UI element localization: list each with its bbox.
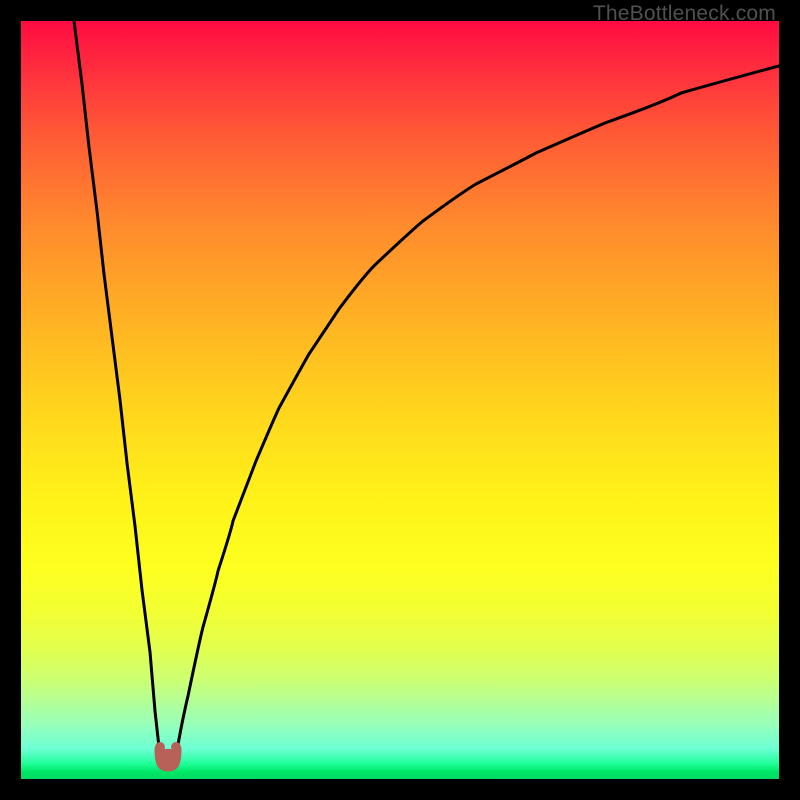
attribution-text: TheBottleneck.com xyxy=(593,2,776,26)
curve-layer xyxy=(21,21,779,779)
plot-area xyxy=(21,21,779,779)
chart-frame: TheBottleneck.com xyxy=(0,0,800,800)
valley-marker xyxy=(155,742,181,767)
curve-right-branch xyxy=(176,66,779,756)
curve-left-branch xyxy=(74,21,160,756)
